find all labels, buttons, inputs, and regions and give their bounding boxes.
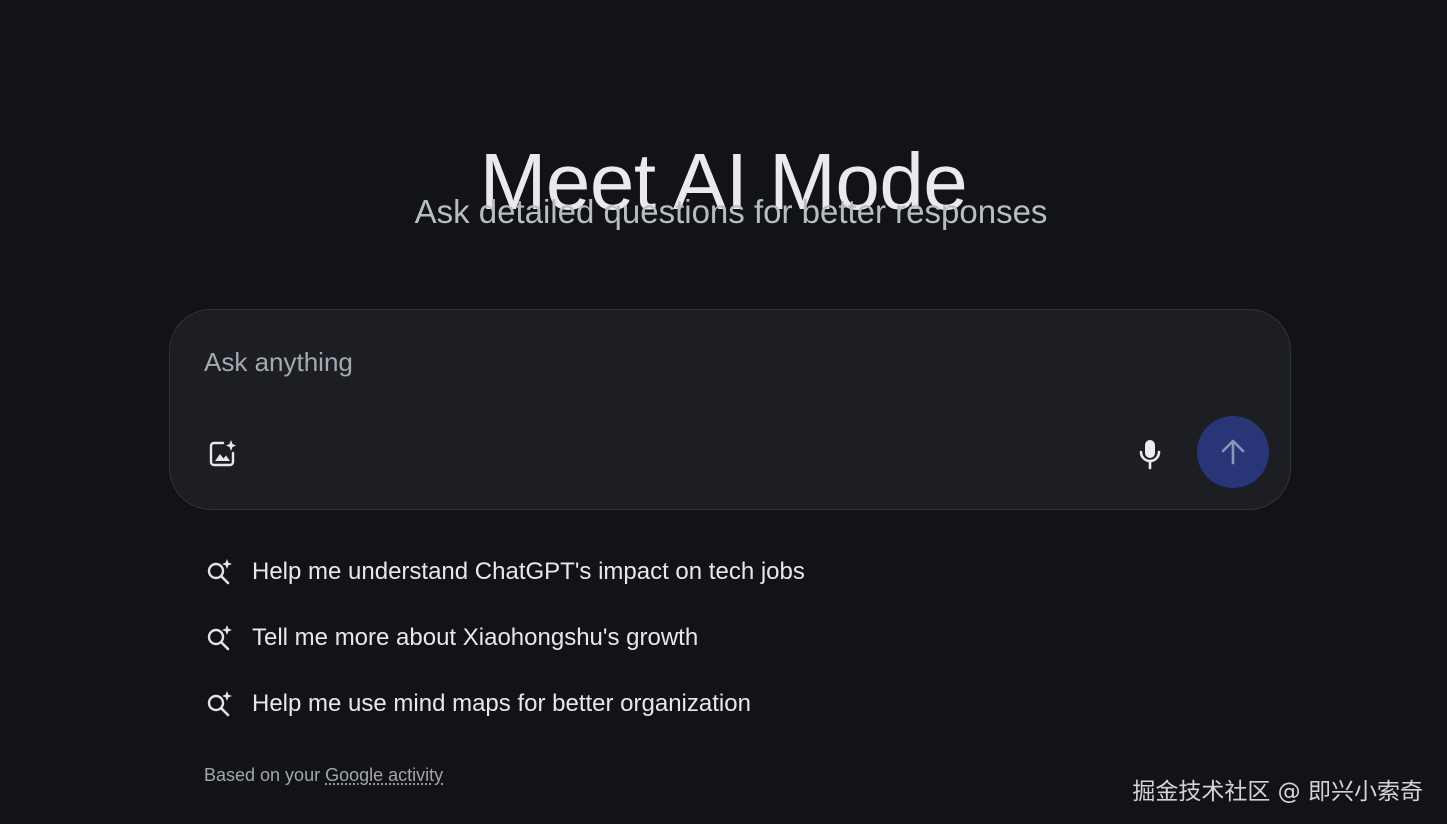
search-sparkle-icon bbox=[204, 623, 234, 653]
suggestion-text: Tell me more about Xiaohongshu's growth bbox=[252, 624, 698, 652]
suggestion-list: Help me understand ChatGPT's impact on t… bbox=[204, 552, 1204, 750]
ai-mode-search-box bbox=[169, 309, 1291, 510]
suggestion-item[interactable]: Help me use mind maps for better organiz… bbox=[204, 684, 1204, 724]
add-image-button[interactable] bbox=[202, 434, 242, 474]
voice-search-button[interactable] bbox=[1128, 432, 1172, 476]
submit-button[interactable] bbox=[1197, 416, 1269, 488]
watermark: 掘金技术社区 @ 即兴小索奇 bbox=[1132, 772, 1423, 806]
activity-note: Based on your Google activity bbox=[204, 765, 443, 786]
microphone-icon bbox=[1135, 437, 1165, 471]
search-sparkle-icon bbox=[204, 557, 234, 587]
activity-note-prefix: Based on your bbox=[204, 765, 325, 785]
image-sparkle-icon bbox=[206, 438, 238, 470]
arrow-up-icon bbox=[1217, 436, 1249, 468]
suggestion-text: Help me use mind maps for better organiz… bbox=[252, 690, 751, 718]
search-sparkle-icon bbox=[204, 689, 234, 719]
google-activity-link[interactable]: Google activity bbox=[325, 765, 443, 785]
page-subtitle: Ask detailed questions for better respon… bbox=[0, 192, 1447, 232]
suggestion-item[interactable]: Tell me more about Xiaohongshu's growth bbox=[204, 618, 1204, 658]
ask-anything-input[interactable] bbox=[204, 342, 1104, 382]
suggestion-text: Help me understand ChatGPT's impact on t… bbox=[252, 558, 805, 586]
suggestion-item[interactable]: Help me understand ChatGPT's impact on t… bbox=[204, 552, 1204, 592]
